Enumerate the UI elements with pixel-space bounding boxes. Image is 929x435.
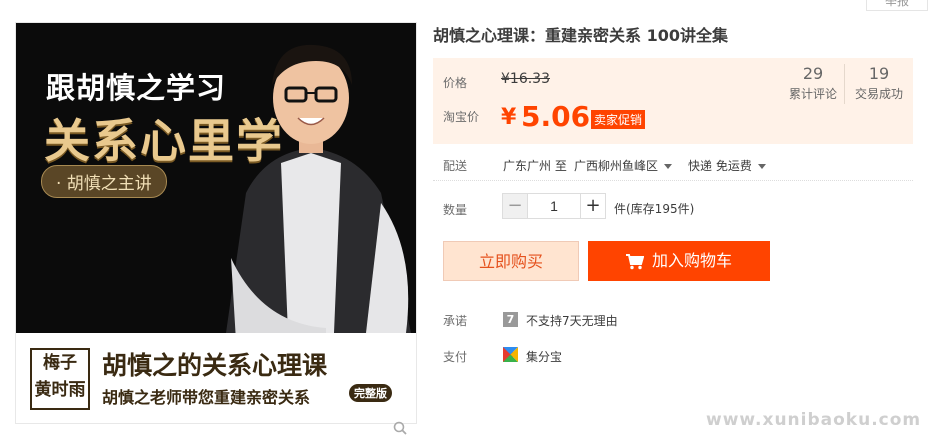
stock-info: 件(库存195件) (614, 202, 695, 216)
brand-stamp: 梅子 黄时雨 (30, 348, 90, 410)
reviews-label: 累计评论 (788, 87, 837, 101)
banner-title: 胡慎之的关系心理课 (102, 351, 328, 380)
no-7day-return-icon: 7 (503, 312, 518, 327)
ship-method-label: 快递 免运费 (688, 159, 752, 173)
reviews-stat[interactable]: 29 累计评论 (781, 64, 845, 102)
product-gallery[interactable]: 跟胡慎之学习 关系心里学 · 胡慎之主讲 梅子 黄时雨 胡慎之的关系心理课 胡慎… (15, 22, 417, 435)
product-main-image: 跟胡慎之学习 关系心里学 · 胡慎之主讲 (16, 23, 416, 333)
watermark: www.xunibaoku.com (706, 410, 922, 430)
taobao-price-label: 淘宝价 (443, 110, 480, 124)
deals-stat: 19 交易成功 (847, 64, 911, 102)
price-panel: 价格 ¥16.33 淘宝价 ¥ 5.06 卖家促销 29 累计评论 19 交易成… (433, 58, 913, 144)
deals-label: 交易成功 (854, 87, 903, 101)
add-to-cart-button[interactable]: 加入购物车 (588, 241, 770, 281)
product-title: 胡慎之心理课：重建亲密关系 100讲全集 (433, 26, 728, 45)
currency-symbol: ¥ (501, 105, 517, 130)
ship-method-selector[interactable]: 快递 免运费 (688, 157, 766, 174)
chevron-down-icon (757, 164, 766, 169)
ship-to-selector[interactable]: 广西柳州鱼峰区 (574, 157, 673, 174)
chevron-down-icon (664, 164, 673, 169)
current-price: 5.06 (521, 100, 591, 133)
quantity-stepper: − + (502, 193, 606, 219)
jifenbao-icon (503, 347, 518, 362)
ship-from: 广东广州 至 (503, 159, 567, 173)
decrease-button[interactable]: − (502, 193, 528, 219)
image-banner: 梅子 黄时雨 胡慎之的关系心理课 胡慎之老师带您重建亲密关系 完整版 (16, 343, 416, 435)
promise-label: 承诺 (443, 314, 468, 328)
shipping-label: 配送 (443, 159, 468, 173)
cart-icon (625, 253, 644, 269)
reviews-count: 29 (802, 64, 824, 83)
seller-promo-badge[interactable]: 卖家促销 (591, 110, 646, 129)
payment-label: 支付 (443, 350, 468, 364)
ship-to-label: 广西柳州鱼峰区 (574, 159, 659, 173)
promise-text[interactable]: 不支持7天无理由 (526, 312, 618, 329)
add-to-cart-label: 加入购物车 (651, 251, 732, 270)
image-headline: 跟胡慎之学习 (46, 71, 227, 105)
quantity-input[interactable] (528, 193, 580, 219)
divider (433, 180, 913, 182)
speaker-portrait (226, 44, 411, 333)
payment-text[interactable]: 集分宝 (526, 348, 562, 365)
banner-subtitle: 胡慎之老师带您重建亲密关系 (102, 388, 311, 407)
quantity-label: 数量 (443, 203, 468, 217)
stat-divider (844, 64, 845, 104)
report-link[interactable]: 举报 (866, 0, 928, 11)
original-price: ¥16.33 (501, 71, 550, 87)
image-speaker-pill: · 胡慎之主讲 (41, 165, 167, 198)
buy-now-button[interactable]: 立即购买 (443, 241, 579, 281)
price-label: 价格 (443, 76, 468, 90)
banner-tag: 完整版 (349, 384, 392, 402)
deals-count: 19 (868, 64, 890, 83)
increase-button[interactable]: + (580, 193, 606, 219)
